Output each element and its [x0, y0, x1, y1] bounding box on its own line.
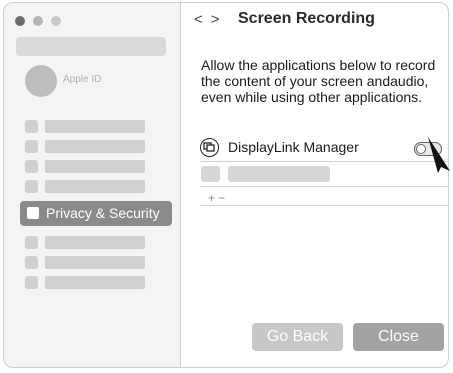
settings-window: Apple ID Privacy & Security < > Screen Re… [3, 2, 449, 368]
sidebar-item-icon [25, 256, 38, 269]
apple-id-label[interactable]: Apple ID [63, 74, 101, 85]
checkbox-icon [27, 207, 39, 219]
app-name-placeholder [228, 166, 330, 182]
sidebar-item-label-placeholder [45, 236, 145, 249]
divider [200, 205, 448, 206]
sidebar-item-privacy-security[interactable]: Privacy & Security [20, 201, 172, 226]
forward-button[interactable]: > [211, 11, 220, 28]
go-back-button[interactable]: Go Back [252, 323, 343, 351]
add-app-button[interactable]: + [208, 191, 215, 205]
sidebar-item-icon [25, 160, 38, 173]
sidebar-item-label-placeholder [45, 180, 145, 193]
back-button[interactable]: < [194, 11, 203, 28]
sidebar-item-icon [25, 180, 38, 193]
app-name: DisplayLink Manager [228, 139, 359, 155]
divider [200, 161, 448, 162]
permission-description: Allow the applications below to record t… [201, 57, 436, 105]
sidebar-item-label-placeholder [45, 140, 145, 153]
sidebar-item-icon [25, 276, 38, 289]
sidebar-item-icon [25, 236, 38, 249]
app-row-displaylink[interactable]: DisplayLink Manager [200, 136, 448, 160]
zoom-window-button[interactable] [51, 16, 61, 26]
avatar[interactable] [25, 65, 57, 97]
displaylink-icon [200, 138, 219, 157]
sidebar-item-icon [25, 140, 38, 153]
list-controls: + − [208, 191, 228, 205]
sidebar-item-label: Privacy & Security [46, 205, 160, 221]
page-title: Screen Recording [238, 10, 375, 27]
app-icon-placeholder [201, 166, 220, 182]
sidebar: Apple ID Privacy & Security [4, 3, 181, 367]
pointer-arrow-icon [428, 137, 450, 173]
sidebar-item-label-placeholder [45, 276, 145, 289]
navigation-arrows: < > [194, 11, 228, 28]
sidebar-item-label-placeholder [45, 160, 145, 173]
traffic-lights [15, 16, 61, 26]
sidebar-search-placeholder[interactable] [16, 37, 166, 56]
divider [200, 186, 448, 187]
remove-app-button[interactable]: − [218, 191, 225, 205]
toggle-knob [416, 143, 426, 154]
sidebar-item-icon [25, 120, 38, 133]
sidebar-item-label-placeholder [45, 256, 145, 269]
minimize-window-button[interactable] [33, 16, 43, 26]
close-button[interactable]: Close [353, 323, 444, 351]
close-window-button[interactable] [15, 16, 25, 26]
sidebar-item-label-placeholder [45, 120, 145, 133]
